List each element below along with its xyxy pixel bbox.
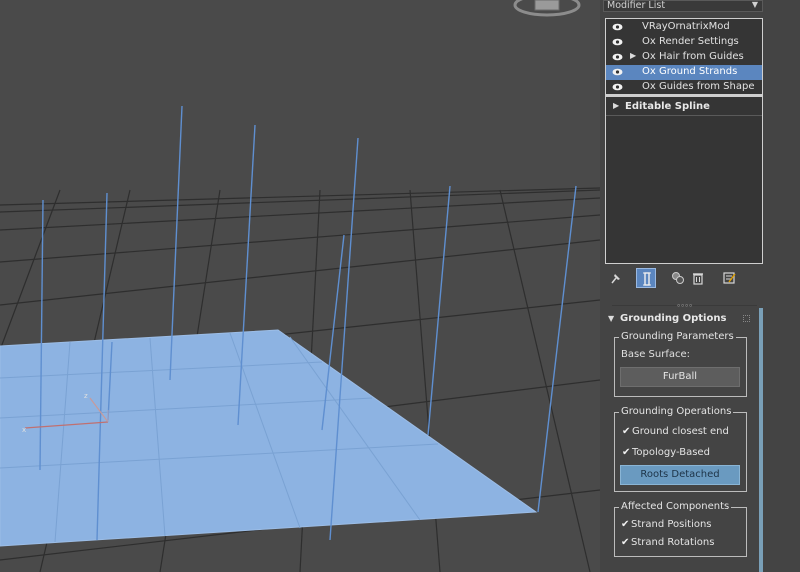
strand-rotations-checkbox[interactable]: ✔ Strand Rotations [621, 537, 714, 548]
stack-item-ox-render-settings[interactable]: Ox Render Settings [606, 35, 762, 50]
expand-arrow-icon[interactable]: ▶ [630, 51, 636, 60]
stack-item-label: Ox Ground Strands [642, 66, 738, 77]
panel-scrollbar[interactable] [759, 308, 763, 572]
stack-item-label: VRayOrnatrixMod [642, 21, 730, 32]
base-surface-pick-button[interactable]: FurBall [620, 367, 740, 387]
checkmark-icon: ✔ [622, 426, 631, 437]
stack-divider [606, 115, 762, 116]
stack-separator [606, 94, 762, 97]
group-title: Affected Components [619, 501, 732, 512]
eye-icon[interactable] [612, 23, 623, 31]
eye-icon[interactable] [612, 53, 623, 61]
strand-positions-checkbox[interactable]: ✔ Strand Positions [621, 519, 712, 530]
checkmark-icon: ✔ [622, 447, 631, 458]
stack-item-label: Ox Hair from Guides [642, 51, 744, 62]
group-title: Grounding Operations [619, 406, 734, 417]
stack-toolbar [606, 268, 766, 290]
perspective-viewport[interactable]: z x [0, 0, 600, 572]
stack-item-label: Editable Spline [625, 101, 710, 112]
configure-modifier-sets-button[interactable] [719, 268, 739, 288]
stack-item-label: Ox Guides from Shape [642, 81, 755, 92]
svg-text:x: x [22, 426, 26, 434]
show-end-result-icon [643, 272, 651, 286]
rollout-pin-icon[interactable] [743, 315, 750, 322]
checkmark-icon: ✔ [621, 519, 630, 530]
make-unique-icon [672, 272, 684, 284]
svg-text:z: z [84, 392, 88, 400]
checkmark-icon: ✔ [621, 537, 630, 548]
stack-item-editable-spline[interactable]: ▶ Editable Spline [606, 100, 762, 115]
viewcube-icon[interactable] [513, 0, 581, 17]
remove-modifier-icon [693, 273, 703, 285]
eye-icon[interactable] [612, 83, 623, 91]
resize-grip-icon[interactable]: ∘∘∘∘ [676, 301, 693, 310]
stack-item-ox-hair-from-guides[interactable]: ▶ Ox Hair from Guides [606, 50, 762, 65]
pin-stack-button[interactable] [606, 268, 626, 288]
pin-stack-icon [611, 274, 620, 284]
make-unique-button[interactable] [668, 268, 688, 288]
rollout-collapse-icon[interactable]: ▼ [608, 314, 614, 323]
stack-item-ox-ground-strands[interactable]: Ox Ground Strands [606, 65, 762, 80]
expand-arrow-icon[interactable]: ▶ [613, 101, 619, 110]
topology-based-checkbox[interactable]: ✔ Topology-Based [622, 447, 710, 458]
modifier-stack[interactable]: VRayOrnatrixMod Ox Render Settings ▶ Ox … [605, 18, 763, 264]
stack-item-ox-guides-from-shape[interactable]: Ox Guides from Shape [606, 80, 762, 95]
affected-components-group: Affected Components [614, 501, 747, 557]
group-title: Grounding Parameters [619, 331, 736, 342]
ground-closest-end-checkbox[interactable]: ✔ Ground closest end [622, 426, 729, 437]
modifier-list-label: Modifier List [607, 0, 666, 11]
configure-modifier-sets-icon [723, 272, 736, 284]
viewport-scene: z x [0, 0, 600, 572]
roots-detached-button[interactable]: Roots Detached [620, 465, 740, 485]
grounding-options-rollout-title[interactable]: Grounding Options [620, 313, 726, 324]
dropdown-arrow-icon[interactable]: ▼ [752, 0, 758, 9]
stack-item-label: Ox Render Settings [642, 36, 739, 47]
remove-modifier-button[interactable] [688, 268, 708, 288]
base-surface-label: Base Surface: [621, 349, 690, 360]
checkbox-label: Strand Rotations [631, 537, 715, 548]
checkbox-label: Ground closest end [632, 426, 729, 437]
eye-icon[interactable] [612, 38, 623, 46]
checkbox-label: Topology-Based [632, 447, 710, 458]
checkbox-label: Strand Positions [631, 519, 712, 530]
modifier-list-dropdown[interactable]: Modifier List ▼ [603, 0, 763, 12]
show-end-result-button[interactable] [636, 268, 656, 288]
eye-icon[interactable] [612, 68, 623, 76]
stack-item-vrayornatrixmod[interactable]: VRayOrnatrixMod [606, 20, 762, 35]
